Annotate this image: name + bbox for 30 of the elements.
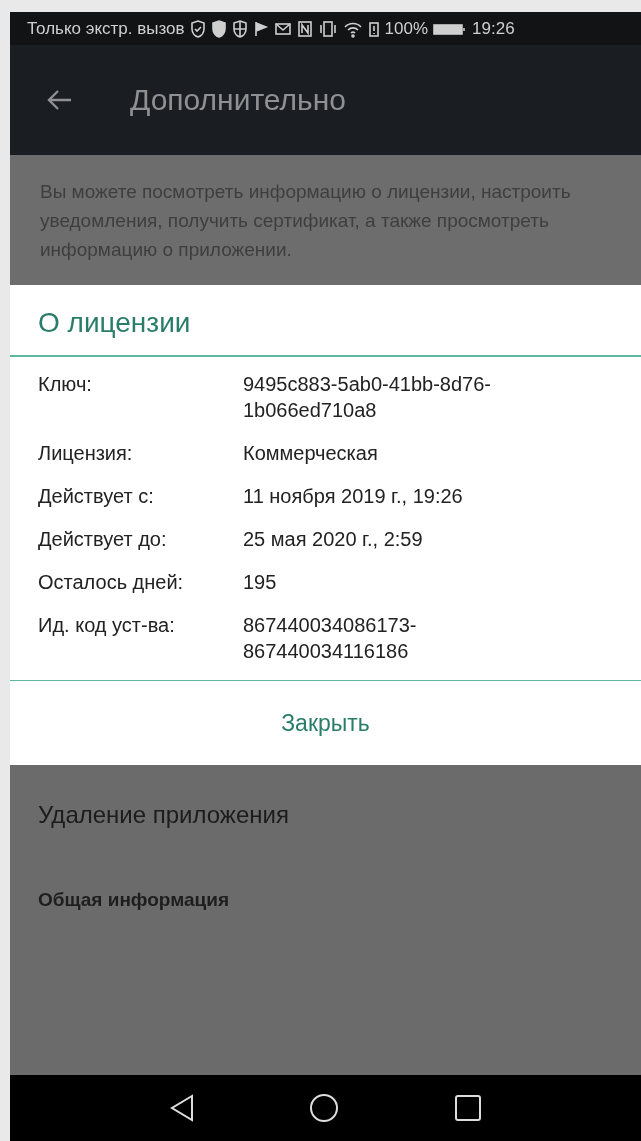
field-label: Ид. код уст-ва: [38,613,176,638]
section-header: Общая информация [38,889,231,911]
back-icon[interactable] [169,1094,194,1122]
field-value: 195 [243,570,278,595]
battery-percent: 100% [384,18,429,39]
field-label: Лицензия: [38,441,134,466]
carrier-text: Только экстр. вызов [27,18,185,39]
settings-item[interactable]: Удаление приложения [38,801,641,829]
shield-icon [210,19,227,38]
shield-half-icon [231,19,248,38]
field-label: Действует до: [38,527,168,552]
battery-alert-icon [367,19,380,38]
field-value: 25 мая 2020 г., 2:59 [243,527,424,552]
vibrate-icon [317,19,338,38]
screen-title: Дополнительно [130,83,346,117]
home-icon[interactable] [308,1093,339,1123]
nfc-icon [296,19,313,38]
back-arrow-icon[interactable] [46,89,72,111]
field-label: Осталось дней: [38,570,185,595]
clock: 19:26 [472,18,515,39]
dialog-title: О лицензии [10,285,641,357]
field-value: 9495c883-5ab0-41bb-8d76-1b066ed710a8 [243,372,492,423]
shield-check-icon [189,19,206,38]
flag-icon [252,19,269,38]
field-value: 867440034086173-867440034116186 [243,613,418,664]
field-label: Действует с: [38,484,155,509]
field-value: 11 ноября 2019 г., 19:26 [243,484,464,509]
field-value: Коммерческая [243,441,379,466]
field-label: Ключ: [38,372,93,397]
recents-icon[interactable] [453,1094,482,1122]
